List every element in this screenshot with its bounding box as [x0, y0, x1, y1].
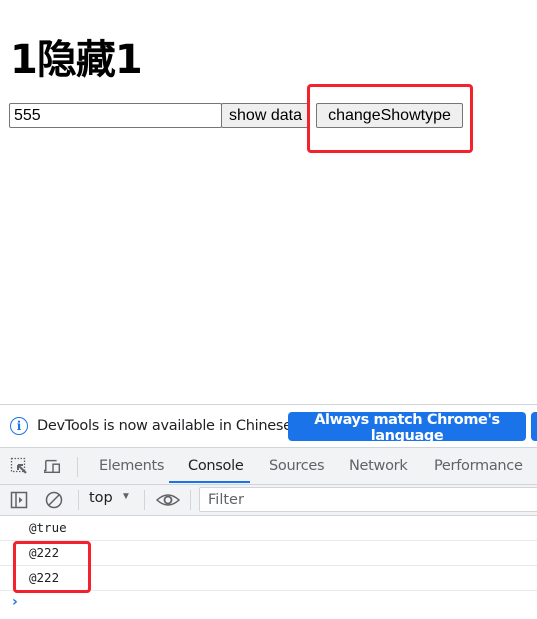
text-input[interactable] [9, 103, 222, 128]
tab-network[interactable]: Network [349, 448, 408, 484]
toolbar-divider [144, 490, 145, 510]
page-heading: 1隐藏1 [10, 37, 143, 83]
filter-input[interactable] [199, 487, 537, 512]
active-tab-indicator [169, 481, 250, 483]
info-icon: i [10, 417, 28, 435]
sidebar-toggle-icon[interactable] [10, 491, 28, 509]
tab-sources[interactable]: Sources [269, 448, 325, 484]
console-prompt-icon[interactable]: › [12, 594, 18, 610]
context-selector[interactable]: top [89, 490, 113, 506]
tab-performance[interactable]: Performance [434, 448, 523, 484]
console-log-line: @222 [0, 541, 537, 566]
console-log-line: @222 [0, 566, 537, 591]
page-content: 1隐藏1 show data changeShowtype [0, 0, 537, 404]
toolbar-divider [190, 490, 191, 510]
tab-console[interactable]: Console [188, 448, 244, 484]
console-toolbar: top ▼ [0, 485, 537, 516]
dont-show-again-button[interactable] [531, 412, 537, 441]
dropdown-arrow-icon: ▼ [121, 491, 131, 502]
device-toolbar-icon[interactable] [44, 457, 62, 475]
toolbar-divider [78, 490, 79, 510]
console-log-line: @true [0, 516, 537, 541]
tab-elements[interactable]: Elements [99, 448, 164, 484]
devtools-panel: i DevTools is now available in Chinese! … [0, 404, 537, 619]
toolbar-divider [77, 457, 78, 477]
change-showtype-button[interactable]: changeShowtype [316, 103, 463, 128]
language-infobar: i DevTools is now available in Chinese! … [0, 405, 537, 448]
always-match-language-button[interactable]: Always match Chrome's language [288, 412, 526, 444]
show-data-button[interactable]: show data [221, 103, 310, 128]
infobar-message: DevTools is now available in Chinese! [37, 418, 298, 434]
devtools-tabbar: Elements Console Sources Network Perform… [0, 448, 537, 485]
inspect-element-icon[interactable] [10, 457, 28, 475]
live-expression-eye-icon[interactable] [156, 491, 180, 509]
clear-console-icon[interactable] [45, 491, 63, 509]
console-output: @true @222 @222 › [0, 516, 537, 610]
